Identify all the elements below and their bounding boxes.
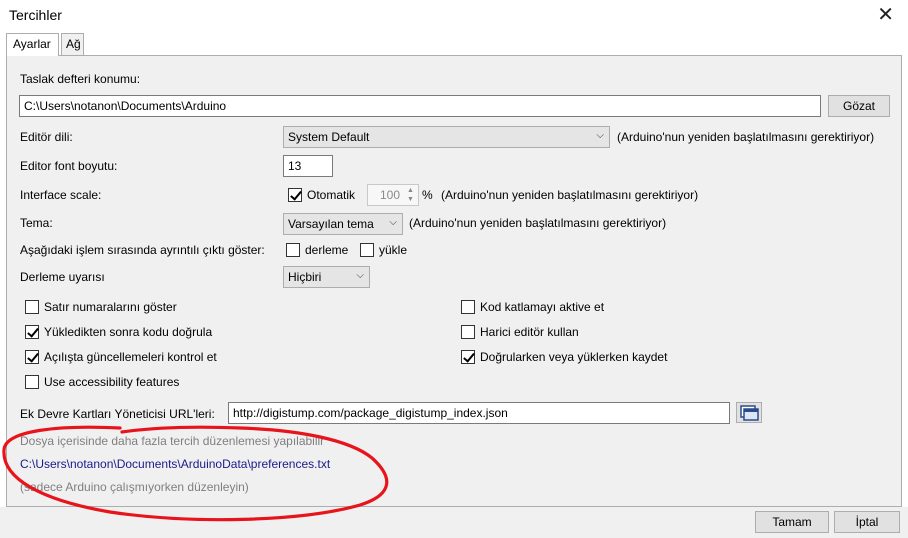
interface-scale-note: (Arduino'nun yeniden başlatılmasını gere… bbox=[441, 188, 699, 202]
compiler-warnings-value: Hiçbiri bbox=[288, 270, 322, 284]
accessibility-checkbox[interactable] bbox=[25, 375, 39, 389]
line-numbers-checkbox[interactable] bbox=[25, 300, 39, 314]
more-prefs-note: Dosya içerisinde daha fazla tercih düzen… bbox=[20, 434, 325, 448]
chevron-down-icon: ⌵ bbox=[356, 270, 364, 281]
theme-value: Varsayılan tema bbox=[288, 217, 374, 231]
editor-language-label: Editör dili: bbox=[20, 130, 73, 144]
font-size-input[interactable]: 13 bbox=[283, 155, 333, 177]
sketchbook-input[interactable]: C:\Users\notanon\Documents\Arduino bbox=[19, 95, 821, 117]
chevron-down-icon: ⌵ bbox=[596, 130, 604, 141]
tab-ayarlar[interactable]: Ayarlar bbox=[6, 33, 59, 56]
editor-language-value: System Default bbox=[288, 130, 370, 144]
window-title: Tercihler bbox=[9, 7, 62, 23]
auto-scale-checkbox[interactable] bbox=[288, 188, 302, 202]
browse-button[interactable]: Gözat bbox=[828, 95, 890, 117]
theme-label: Tema: bbox=[20, 216, 53, 230]
line-numbers-label: Satır numaralarını göster bbox=[44, 300, 177, 314]
editor-language-select[interactable]: System Default ⌵ bbox=[283, 126, 610, 148]
edit-when-closed-note: (sadece Arduino çalışmıyorken düzenleyin… bbox=[20, 480, 249, 494]
boards-url-edit-button[interactable] bbox=[736, 402, 762, 423]
dialog-footer: Tamam İptal bbox=[0, 507, 908, 538]
scale-value: 100 bbox=[379, 188, 400, 202]
accessibility-label: Use accessibility features bbox=[44, 375, 180, 389]
boards-url-input[interactable]: http://digistump.com/package_digistump_i… bbox=[228, 402, 730, 424]
verbose-compile-checkbox[interactable] bbox=[286, 243, 300, 257]
external-editor-label: Harici editör kullan bbox=[480, 325, 579, 339]
verify-after-upload-checkbox[interactable] bbox=[25, 325, 39, 339]
theme-select[interactable]: Varsayılan tema ⌵ bbox=[283, 213, 403, 235]
code-folding-checkbox[interactable] bbox=[461, 300, 475, 314]
close-icon[interactable]: ✕ bbox=[877, 4, 894, 26]
scale-stepper[interactable]: 100 ▲ ▼ bbox=[367, 184, 419, 206]
font-size-label: Editor font boyutu: bbox=[20, 159, 118, 173]
save-on-verify-checkbox[interactable] bbox=[461, 350, 475, 364]
verify-after-upload-label: Yükledikten sonra kodu doğrula bbox=[44, 325, 213, 339]
compiler-warnings-label: Derleme uyarısı bbox=[20, 270, 105, 284]
stepper-arrows-icon[interactable]: ▲ ▼ bbox=[404, 186, 417, 204]
verbose-upload-label: yükle bbox=[379, 243, 408, 257]
check-updates-label: Açılışta güncellemeleri kontrol et bbox=[44, 350, 217, 364]
code-folding-label: Kod katlamayı aktive et bbox=[480, 300, 605, 314]
prefs-file-path[interactable]: C:\Users\notanon\Documents\ArduinoData\p… bbox=[20, 457, 330, 471]
chevron-down-icon: ⌵ bbox=[389, 217, 397, 228]
external-editor-checkbox[interactable] bbox=[461, 325, 475, 339]
tab-ag[interactable]: Ağ bbox=[61, 33, 84, 55]
compiler-warnings-select[interactable]: Hiçbiri ⌵ bbox=[283, 266, 370, 288]
interface-scale-label: Interface scale: bbox=[20, 188, 102, 202]
scale-unit: % bbox=[422, 188, 433, 202]
window-list-icon bbox=[740, 405, 759, 421]
check-updates-checkbox[interactable] bbox=[25, 350, 39, 364]
auto-scale-label: Otomatik bbox=[307, 188, 356, 202]
verbose-label: Aşağıdaki işlem sırasında ayrıntılı çıkt… bbox=[20, 243, 265, 257]
verbose-upload-checkbox[interactable] bbox=[360, 243, 374, 257]
cancel-button[interactable]: İptal bbox=[834, 511, 900, 533]
save-on-verify-label: Doğrularken veya yüklerken kaydet bbox=[480, 350, 668, 364]
title-bar: Tercihler ✕ bbox=[0, 0, 908, 32]
boards-url-label: Ek Devre Kartları Yöneticisi URL'leri: bbox=[20, 407, 215, 421]
sketchbook-label: Taslak defteri konumu: bbox=[20, 72, 141, 86]
editor-language-note: (Arduino'nun yeniden başlatılmasını gere… bbox=[617, 130, 875, 144]
ok-button[interactable]: Tamam bbox=[755, 511, 829, 533]
theme-note: (Arduino'nun yeniden başlatılmasını gere… bbox=[409, 216, 667, 230]
verbose-compile-label: derleme bbox=[305, 243, 349, 257]
